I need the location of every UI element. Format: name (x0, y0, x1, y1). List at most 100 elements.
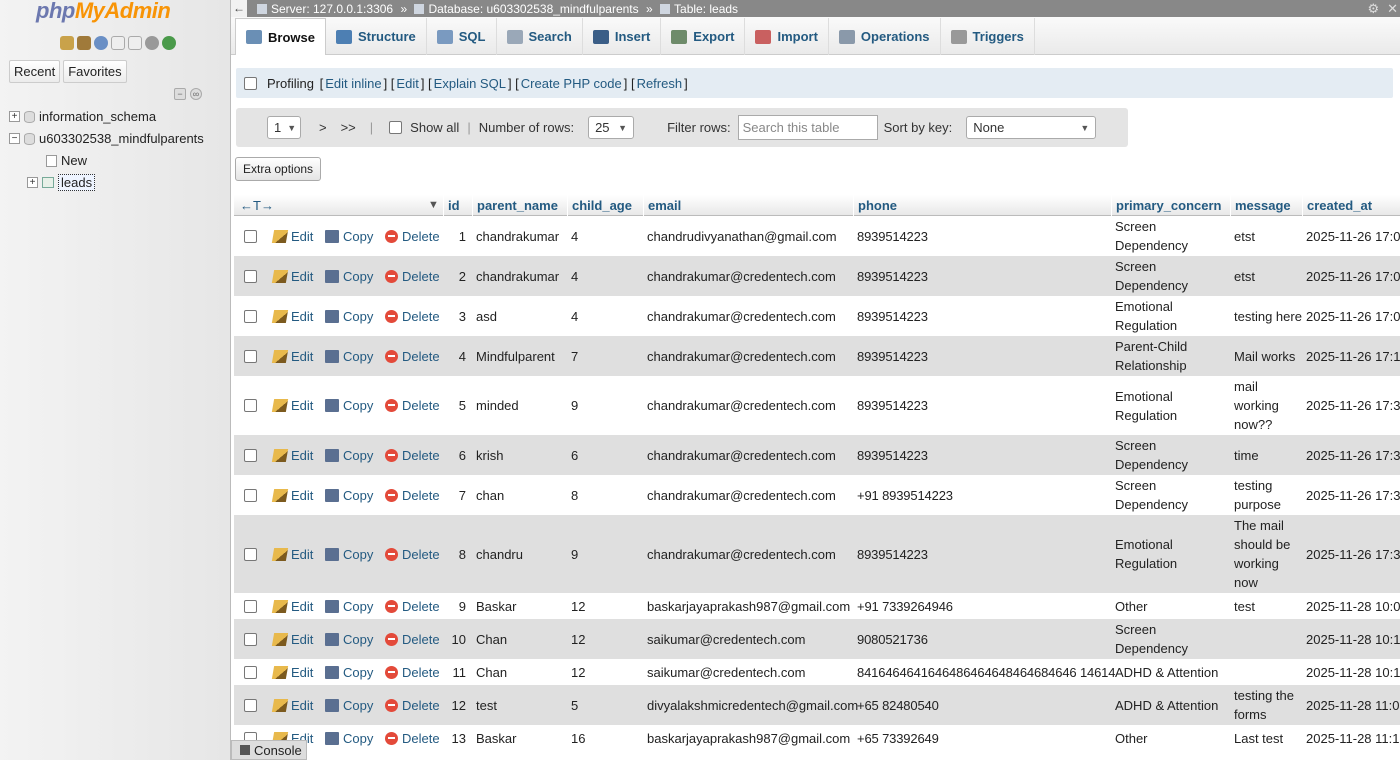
copy-row-button[interactable]: Copy (325, 475, 373, 515)
column-header-child-age[interactable]: child_age (567, 195, 632, 216)
expand-icon[interactable]: + (27, 177, 38, 188)
delete-row-button[interactable]: Delete (385, 685, 440, 725)
breadcrumb-server[interactable]: Server: 127.0.0.1:3306 (271, 2, 393, 16)
delete-row-button[interactable]: Delete (385, 216, 440, 256)
edit-row-button[interactable]: Edit (271, 376, 313, 435)
phpmyadmin-logo[interactable]: phpMyAdmin (36, 0, 171, 24)
edit-row-button[interactable]: Edit (271, 256, 313, 296)
explain-sql-link[interactable]: Explain SQL (434, 76, 506, 91)
create-php-link[interactable]: Create PHP code (521, 76, 622, 91)
docs-alt-icon[interactable] (128, 36, 142, 50)
column-header-message[interactable]: message (1230, 195, 1291, 216)
tab-triggers[interactable]: Triggers (941, 18, 1035, 55)
edit-row-button[interactable]: Edit (271, 475, 313, 515)
collapse-all-icon[interactable]: − (174, 88, 186, 100)
delete-row-button[interactable]: Delete (385, 435, 440, 475)
row-checkbox[interactable] (244, 448, 257, 462)
column-header-phone[interactable]: phone (853, 195, 897, 216)
tab-insert[interactable]: Insert (583, 18, 662, 55)
row-checkbox[interactable] (244, 698, 257, 712)
extra-options-button[interactable]: Extra options (235, 157, 322, 181)
delete-row-button[interactable]: Delete (385, 515, 440, 593)
row-checkbox[interactable] (244, 349, 257, 363)
edit-link[interactable]: Edit (396, 76, 418, 91)
back-arrow-icon[interactable]: ← (231, 0, 247, 17)
show-all-checkbox[interactable] (389, 121, 403, 134)
tree-item-mindfulparents-db[interactable]: − u603302538_mindfulparents (9, 131, 204, 146)
sort-key-select[interactable]: None ▼ (966, 116, 1097, 139)
next-page-button[interactable]: > (319, 120, 327, 135)
close-icon[interactable]: ✕ (1387, 1, 1398, 17)
row-checkbox[interactable] (244, 229, 257, 243)
filter-rows-input[interactable]: Search this table (737, 115, 878, 140)
delete-row-button[interactable]: Delete (385, 376, 440, 435)
copy-row-button[interactable]: Copy (325, 659, 373, 685)
row-checkbox[interactable] (244, 665, 257, 679)
delete-row-button[interactable]: Delete (385, 336, 440, 376)
copy-row-button[interactable]: Copy (325, 725, 373, 751)
column-header-primary-concern[interactable]: primary_concern (1111, 195, 1222, 216)
delete-row-button[interactable]: Delete (385, 296, 440, 336)
row-checkbox[interactable] (244, 547, 257, 561)
tab-import[interactable]: Import (745, 18, 829, 55)
tab-operations[interactable]: Operations (829, 18, 941, 55)
refresh-link[interactable]: Refresh (637, 76, 683, 91)
column-header-email[interactable]: email (643, 195, 681, 216)
copy-row-button[interactable]: Copy (325, 435, 373, 475)
row-checkbox[interactable] (244, 599, 257, 613)
row-checkbox[interactable] (244, 632, 257, 646)
row-checkbox[interactable] (244, 399, 257, 412)
tree-item-information-schema[interactable]: + information_schema (9, 109, 156, 124)
copy-row-button[interactable]: Copy (325, 336, 373, 376)
delete-row-button[interactable]: Delete (385, 475, 440, 515)
gear-icon[interactable]: ⚙ (1367, 1, 1379, 17)
row-checkbox[interactable] (244, 269, 257, 283)
copy-row-button[interactable]: Copy (325, 515, 373, 593)
delete-row-button[interactable]: Delete (385, 659, 440, 685)
column-header-id[interactable]: id (443, 195, 460, 216)
tab-browse[interactable]: Browse (235, 18, 326, 55)
docs-icon[interactable] (111, 36, 125, 50)
copy-row-button[interactable]: Copy (325, 256, 373, 296)
home-icon[interactable] (60, 36, 74, 50)
tree-item-leads[interactable]: + leads (27, 174, 96, 191)
tab-export[interactable]: Export (661, 18, 746, 55)
profiling-checkbox[interactable] (244, 76, 257, 90)
copy-row-button[interactable]: Copy (325, 619, 373, 659)
edit-row-button[interactable]: Edit (271, 515, 313, 593)
tab-search[interactable]: Search (497, 18, 583, 55)
tab-sql[interactable]: SQL (427, 18, 497, 55)
column-sort-dropdown-icon[interactable]: ▼ (424, 195, 439, 216)
row-checkbox[interactable] (244, 488, 257, 502)
favorites-button[interactable]: Favorites (63, 60, 127, 83)
tree-item-new-table[interactable]: New (46, 153, 87, 168)
link-icon[interactable]: ∞ (190, 88, 202, 100)
edit-row-button[interactable]: Edit (271, 685, 313, 725)
edit-row-button[interactable]: Edit (271, 619, 313, 659)
edit-row-button[interactable]: Edit (271, 593, 313, 619)
page-select[interactable]: 1 ▼ (267, 116, 301, 139)
delete-row-button[interactable]: Delete (385, 725, 440, 751)
console-toggle[interactable]: Console (231, 740, 307, 760)
delete-row-button[interactable]: Delete (385, 593, 440, 619)
collapse-icon[interactable]: − (9, 133, 20, 144)
copy-row-button[interactable]: Copy (325, 593, 373, 619)
edit-row-button[interactable]: Edit (271, 659, 313, 685)
column-header-parent-name[interactable]: parent_name (472, 195, 558, 216)
copy-row-button[interactable]: Copy (325, 376, 373, 435)
rows-per-page-select[interactable]: 25 ▼ (588, 116, 635, 139)
delete-row-button[interactable]: Delete (385, 619, 440, 659)
help-icon[interactable] (94, 36, 108, 50)
edit-inline-link[interactable]: Edit inline (325, 76, 381, 91)
copy-row-button[interactable]: Copy (325, 296, 373, 336)
edit-row-button[interactable]: Edit (271, 336, 313, 376)
copy-row-button[interactable]: Copy (325, 216, 373, 256)
edit-row-button[interactable]: Edit (271, 296, 313, 336)
column-resize-handle[interactable]: ←T→ (236, 195, 274, 216)
column-header-created-at[interactable]: created_at (1302, 195, 1372, 216)
delete-row-button[interactable]: Delete (385, 256, 440, 296)
copy-row-button[interactable]: Copy (325, 685, 373, 725)
row-checkbox[interactable] (244, 309, 257, 323)
edit-row-button[interactable]: Edit (271, 216, 313, 256)
logout-icon[interactable] (77, 36, 91, 50)
